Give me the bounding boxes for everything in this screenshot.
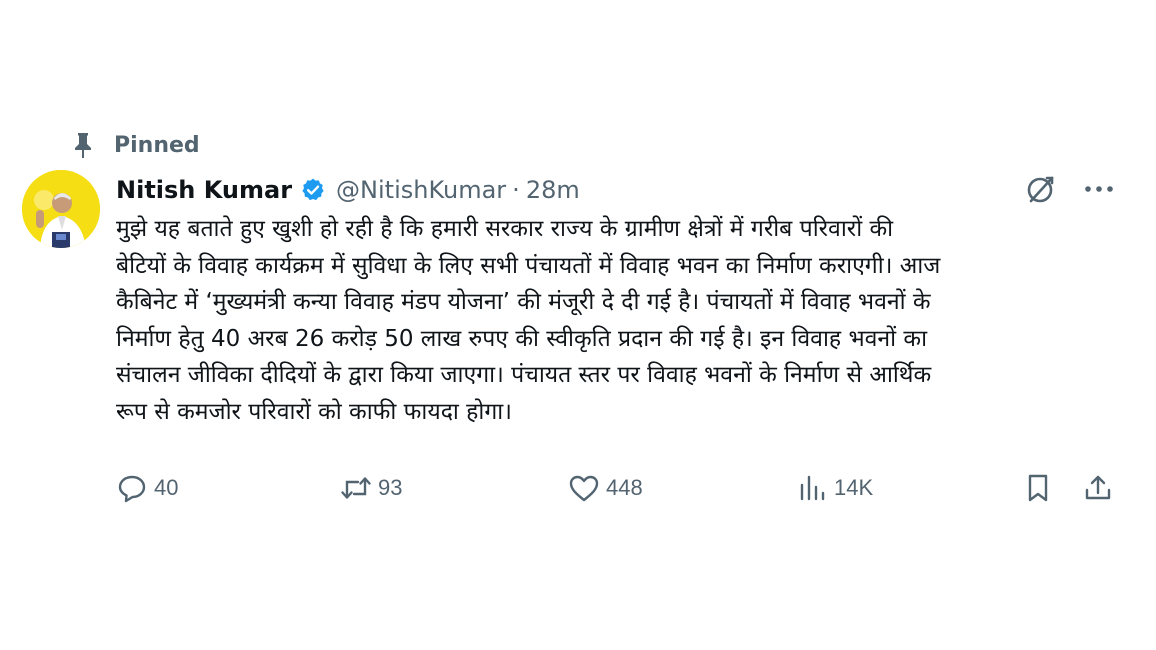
like-button[interactable]: 448 [568,466,643,510]
retweet-button[interactable]: 93 [340,466,402,510]
retweet-icon [340,472,372,504]
views-count: 14K [834,475,874,500]
pin-icon [70,130,96,160]
bookmark-icon [1022,472,1054,504]
author-handle[interactable]: @NitishKumar [336,176,506,204]
reply-count: 40 [154,475,179,500]
tweet-header: Nitish Kumar @NitishKumar · 28m [116,170,580,210]
tweet-top-actions [1024,172,1116,206]
share-button[interactable] [1082,466,1114,510]
grok-icon[interactable] [1024,172,1058,206]
pinned-label: Pinned [114,132,200,158]
heart-icon [568,472,600,504]
pinned-indicator: Pinned [70,128,200,162]
author-display-name[interactable]: Nitish Kumar [116,176,292,204]
more-icon[interactable] [1082,172,1116,206]
bookmark-button[interactable] [1022,466,1054,510]
reply-button[interactable]: 40 [116,466,178,510]
header-separator: · [512,176,520,204]
share-icon [1082,472,1114,504]
views-button[interactable]: 14K [796,466,873,510]
tweet-timestamp[interactable]: 28m [526,176,580,204]
avatar[interactable] [22,170,100,248]
tweet-card[interactable]: Pinned Nitish Kumar @NitishKumar · 28m म… [0,0,1156,650]
like-count: 448 [606,475,643,500]
verified-badge-icon [300,177,326,203]
tweet-text: मुझे यह बताते हुए खुशी हो रही है कि हमार… [116,216,941,425]
tweet-actions: 40 93 448 14K [116,466,1126,510]
reply-icon [116,472,148,504]
retweet-count: 93 [378,475,403,500]
views-icon [796,472,828,504]
